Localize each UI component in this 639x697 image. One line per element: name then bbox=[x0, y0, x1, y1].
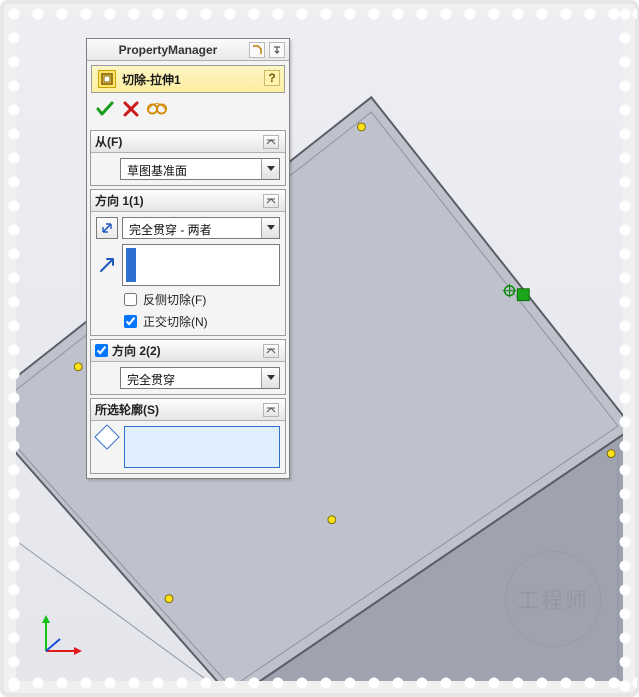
flip-side-checkbox-row[interactable]: 反侧切除(F) bbox=[124, 291, 280, 308]
collapse-icon[interactable] bbox=[263, 135, 279, 149]
group-from-header[interactable]: 从(F) bbox=[91, 131, 285, 153]
pm-header: PropertyManager bbox=[87, 39, 289, 61]
group-profiles-label: 所选轮廓(S) bbox=[95, 401, 159, 418]
flip-side-label: 反侧切除(F) bbox=[143, 291, 206, 308]
direction-selection-box[interactable] bbox=[122, 244, 280, 286]
group-direction2: 方向 2(2) 完全贯穿 bbox=[90, 339, 286, 395]
feature-title-card: 切除-拉伸1 ? bbox=[91, 65, 285, 93]
pin-icon[interactable] bbox=[249, 42, 265, 58]
group-dir2-header[interactable]: 方向 2(2) bbox=[91, 340, 285, 362]
origin-triad[interactable] bbox=[38, 611, 84, 657]
dir2-end-condition-dropdown[interactable]: 完全贯穿 bbox=[120, 367, 280, 389]
feature-title: 切除-拉伸1 bbox=[122, 71, 181, 88]
profile-selection-box[interactable] bbox=[124, 426, 280, 468]
group-from-label: 从(F) bbox=[95, 133, 122, 150]
collapse-icon[interactable] bbox=[263, 403, 279, 417]
3d-viewport[interactable]: PropertyManager 切除-拉伸1 ? bbox=[16, 16, 623, 681]
help-icon[interactable]: ? bbox=[264, 70, 280, 86]
ok-button[interactable] bbox=[95, 99, 115, 119]
cut-extrude-icon bbox=[98, 70, 116, 88]
dir2-enable-checkbox[interactable] bbox=[95, 344, 108, 357]
property-manager-panel: PropertyManager 切除-拉伸1 ? bbox=[86, 38, 290, 479]
group-dir1-header[interactable]: 方向 1(1) bbox=[91, 190, 285, 212]
chevron-down-icon[interactable] bbox=[261, 368, 279, 388]
from-dropdown[interactable]: 草图基准面 bbox=[120, 158, 280, 180]
profile-icon bbox=[94, 424, 119, 449]
reverse-direction-button[interactable] bbox=[96, 217, 118, 239]
collapse-icon[interactable] bbox=[263, 194, 279, 208]
normal-cut-checkbox[interactable] bbox=[124, 315, 137, 328]
chevron-down-icon[interactable] bbox=[261, 218, 279, 238]
group-from: 从(F) 草图基准面 bbox=[90, 130, 286, 186]
group-dir2-label: 方向 2(2) bbox=[112, 342, 161, 359]
expand-arrow-icon[interactable] bbox=[269, 42, 285, 58]
detailed-preview-icon[interactable] bbox=[147, 99, 167, 119]
app-frame: PropertyManager 切除-拉伸1 ? bbox=[0, 0, 639, 697]
action-row bbox=[87, 93, 289, 127]
dir1-end-condition: 完全贯穿 - 两者 bbox=[123, 218, 261, 238]
group-profiles: 所选轮廓(S) bbox=[90, 398, 286, 474]
dir1-end-condition-dropdown[interactable]: 完全贯穿 - 两者 bbox=[122, 217, 280, 239]
watermark: 工程师 bbox=[505, 551, 601, 647]
cancel-button[interactable] bbox=[121, 99, 141, 119]
from-value: 草图基准面 bbox=[121, 159, 261, 179]
chevron-down-icon[interactable] bbox=[261, 159, 279, 179]
flip-side-checkbox[interactable] bbox=[124, 293, 137, 306]
pm-title: PropertyManager bbox=[91, 43, 245, 57]
selection-highlight bbox=[126, 248, 136, 282]
normal-cut-label: 正交切除(N) bbox=[143, 313, 208, 330]
dir2-end-condition: 完全贯穿 bbox=[121, 368, 261, 388]
normal-cut-checkbox-row[interactable]: 正交切除(N) bbox=[124, 313, 280, 330]
collapse-icon[interactable] bbox=[263, 344, 279, 358]
direction-arrow-icon[interactable] bbox=[96, 250, 118, 280]
group-profiles-header[interactable]: 所选轮廓(S) bbox=[91, 399, 285, 421]
group-direction1: 方向 1(1) 完全贯穿 - 两者 bbox=[90, 189, 286, 336]
group-dir1-label: 方向 1(1) bbox=[95, 192, 144, 209]
